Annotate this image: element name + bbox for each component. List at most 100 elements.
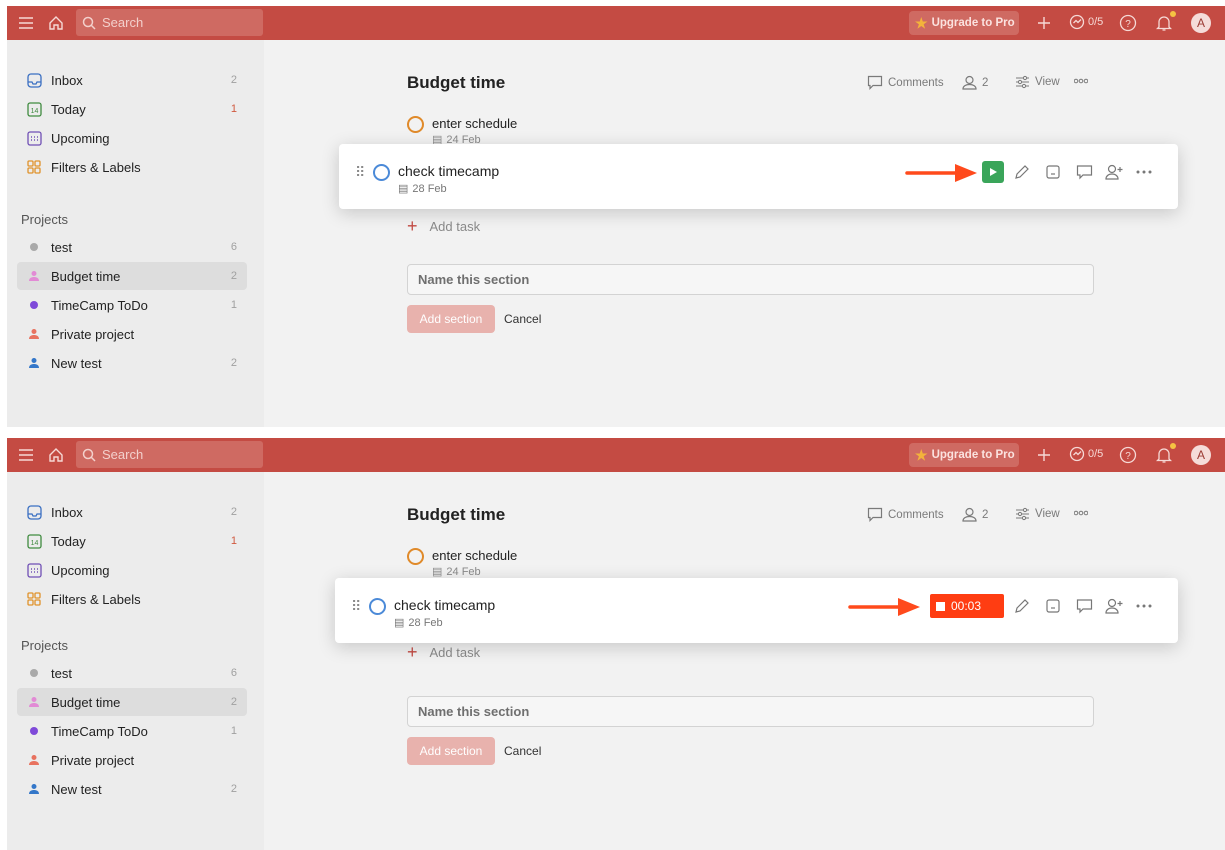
cancel-button[interactable]: Cancel (504, 312, 541, 326)
comments-button[interactable]: Comments (867, 75, 944, 90)
assign-person-icon[interactable] (1104, 595, 1126, 617)
cancel-button[interactable]: Cancel (504, 744, 541, 758)
members-count: 2 (982, 508, 989, 521)
sidebar-project-timecamp-todo[interactable]: TimeCamp ToDo 1 (17, 291, 247, 319)
more-options-icon[interactable] (1074, 78, 1088, 84)
arrow-pointer-icon (905, 164, 977, 182)
search-input[interactable]: Search (76, 9, 263, 36)
stop-timer-button[interactable]: 00:03 (930, 594, 1004, 618)
search-icon (82, 448, 96, 462)
schedule-icon[interactable] (1042, 161, 1064, 183)
sidebar-project-test[interactable]: test 6 (17, 233, 247, 261)
task-checkbox[interactable] (407, 116, 424, 133)
task-checkbox[interactable] (369, 598, 386, 615)
sidebar-item-today[interactable]: 14 Today 1 (17, 527, 247, 555)
sidebar-item-label: Today (51, 101, 86, 117)
project-count: 2 (230, 357, 237, 369)
plus-icon: + (407, 642, 418, 662)
add-icon[interactable] (1033, 444, 1055, 466)
task-date: 28 Feb (408, 616, 443, 629)
sidebar-item-inbox[interactable]: Inbox 2 (17, 498, 247, 526)
comment-icon[interactable] (1073, 595, 1095, 617)
comments-button[interactable]: Comments (867, 507, 944, 522)
svg-text:?: ? (1125, 451, 1131, 462)
section-name-input[interactable]: Name this section (407, 264, 1094, 295)
home-icon[interactable] (45, 12, 67, 34)
task-item[interactable]: enter schedule ▤ 24 Feb (407, 548, 517, 578)
task-item-hovered[interactable]: ⠿ check timecamp ▤ 28 Feb 00:03 (335, 578, 1178, 643)
sidebar-item-filters-labels[interactable]: Filters & Labels (17, 585, 247, 613)
sidebar-project-private-project[interactable]: Private project (17, 320, 247, 348)
task-item[interactable]: enter schedule ▤ 24 Feb (407, 116, 517, 146)
schedule-icon[interactable] (1042, 595, 1064, 617)
more-options-icon[interactable] (1133, 161, 1155, 183)
project-label: Private project (51, 752, 135, 768)
sidebar-project-budget-time[interactable]: Budget time 2 (17, 688, 247, 716)
sidebar-project-new-test[interactable]: New test 2 (17, 349, 247, 377)
upgrade-button[interactable]: ★ Upgrade to Pro (909, 11, 1019, 35)
add-task-button[interactable]: + Add task (407, 643, 480, 661)
sidebar-item-upcoming[interactable]: Upcoming (17, 124, 247, 152)
sidebar-item-filters-labels[interactable]: Filters & Labels (17, 153, 247, 181)
add-section-button[interactable]: Add section (407, 737, 495, 765)
view-button[interactable]: View (1015, 507, 1060, 521)
sidebar-item-upcoming[interactable]: Upcoming (17, 556, 247, 584)
inbox-count: 2 (230, 74, 237, 86)
add-task-button[interactable]: + Add task (407, 217, 480, 235)
sidebar-project-test[interactable]: test 6 (17, 659, 247, 687)
drag-handle-icon[interactable]: ⠿ (351, 598, 361, 615)
search-placeholder: Search (102, 447, 144, 462)
view-button[interactable]: View (1015, 75, 1060, 89)
project-label: test (51, 665, 72, 681)
sidebar-item-inbox[interactable]: Inbox 2 (17, 66, 247, 94)
menu-icon[interactable] (15, 444, 37, 466)
calendar-icon: ▤ (394, 617, 405, 629)
project-count: 6 (230, 241, 237, 253)
timer-elapsed: 00:03 (951, 599, 982, 613)
home-icon[interactable] (45, 444, 67, 466)
sidebar-project-budget-time[interactable]: Budget time 2 (17, 262, 247, 290)
comment-icon[interactable] (1073, 161, 1095, 183)
productivity-icon (1069, 446, 1085, 462)
productivity-karma[interactable]: 0/5 (1069, 14, 1103, 30)
upgrade-button[interactable]: ★ Upgrade to Pro (909, 443, 1019, 467)
avatar[interactable]: A (1191, 445, 1211, 465)
members-button[interactable]: 2 (962, 75, 988, 90)
search-input[interactable]: Search (76, 441, 263, 468)
edit-icon[interactable] (1011, 161, 1033, 183)
task-name: enter schedule (432, 548, 518, 563)
project-label: TimeCamp ToDo (51, 297, 148, 313)
more-options-icon[interactable] (1074, 510, 1088, 516)
person-icon (25, 328, 43, 340)
project-label: New test (51, 781, 102, 797)
task-checkbox[interactable] (407, 548, 424, 565)
more-options-icon[interactable] (1133, 595, 1155, 617)
avatar[interactable]: A (1191, 13, 1211, 33)
page-title: Budget time (407, 73, 506, 92)
screenshot-panel-after: Search ★ Upgrade to Pro 0/5 ? A Inbox 2 … (7, 438, 1225, 850)
screenshot-panel-before: Search ★ Upgrade to Pro 0/5 ? A Inbox 2 … (7, 6, 1225, 427)
start-timer-button[interactable] (982, 161, 1004, 183)
sidebar-project-private-project[interactable]: Private project (17, 746, 247, 774)
menu-icon[interactable] (15, 12, 37, 34)
comment-icon (867, 75, 883, 90)
add-task-label: Add task (429, 644, 481, 660)
add-section-button[interactable]: Add section (407, 305, 495, 333)
sidebar-project-timecamp-todo[interactable]: TimeCamp ToDo 1 (17, 717, 247, 745)
project-color-dot (30, 243, 38, 251)
assign-person-icon[interactable] (1104, 161, 1126, 183)
help-icon[interactable]: ? (1117, 12, 1139, 34)
section-name-input[interactable]: Name this section (407, 696, 1094, 727)
drag-handle-icon[interactable]: ⠿ (355, 164, 365, 181)
members-button[interactable]: 2 (962, 507, 988, 522)
add-icon[interactable] (1033, 12, 1055, 34)
task-checkbox[interactable] (373, 164, 390, 181)
productivity-karma[interactable]: 0/5 (1069, 446, 1103, 462)
projects-heading: Projects (21, 638, 68, 653)
sidebar-project-new-test[interactable]: New test 2 (17, 775, 247, 803)
task-item-hovered[interactable]: ⠿ check timecamp ▤ 28 Feb (339, 144, 1178, 209)
help-icon[interactable]: ? (1117, 444, 1139, 466)
edit-icon[interactable] (1011, 595, 1033, 617)
section-placeholder: Name this section (418, 272, 530, 287)
sidebar-item-today[interactable]: 14 Today 1 (17, 95, 247, 123)
